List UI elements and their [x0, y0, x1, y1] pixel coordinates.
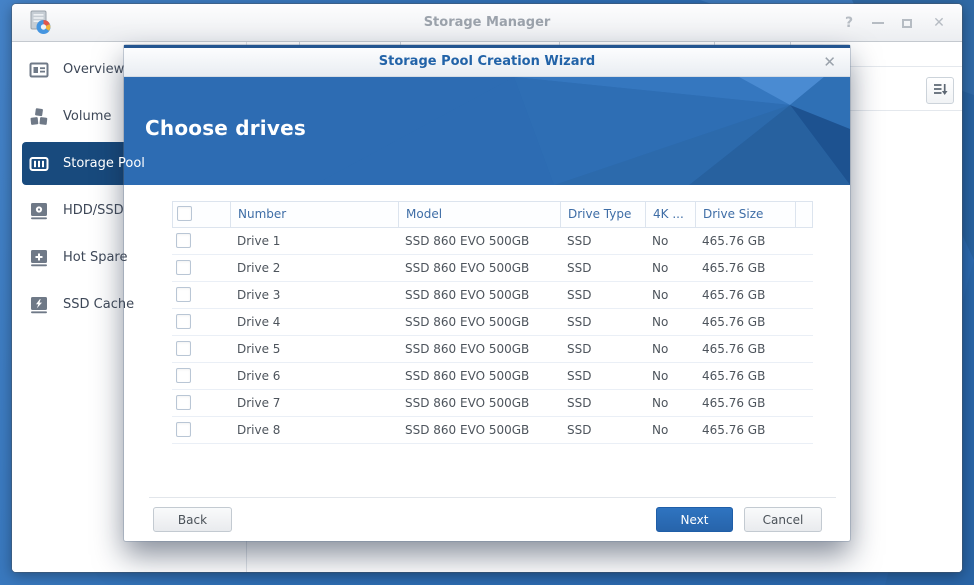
- help-icon[interactable]: ?: [842, 15, 856, 31]
- drive-table-body: Drive 1 SSD 860 EVO 500GB SSD No 465.76 GB Dr…: [172, 228, 813, 444]
- cell-4k: No: [652, 342, 669, 356]
- cell-number: Drive 4: [237, 315, 281, 329]
- titlebar[interactable]: Storage Manager ? ✕: [12, 4, 962, 42]
- row-checkbox[interactable]: [176, 260, 191, 275]
- sidebar-item-label: Storage Pool: [63, 156, 145, 171]
- sidebar-item-label: Overview: [63, 62, 125, 77]
- sidebar-item-label: Volume: [63, 109, 112, 124]
- back-button[interactable]: Back: [153, 507, 232, 532]
- cell-drive-type: SSD: [567, 342, 592, 356]
- cell-drive-size: 465.76 GB: [702, 234, 766, 248]
- wizard-step-heading: Choose drives: [145, 116, 306, 140]
- column-header-drive-size[interactable]: Drive Size: [696, 202, 796, 227]
- cell-number: Drive 8: [237, 423, 281, 437]
- cell-4k: No: [652, 315, 669, 329]
- drive-table: Number Model Drive Type 4K ... Drive Siz…: [172, 201, 813, 444]
- hot-spare-icon: [28, 247, 50, 269]
- table-row[interactable]: Drive 4 SSD 860 EVO 500GB SSD No 465.76 GB: [172, 309, 813, 336]
- table-row[interactable]: Drive 1 SSD 860 EVO 500GB SSD No 465.76 GB: [172, 228, 813, 255]
- dialog-footer: Back Next Cancel: [149, 497, 836, 541]
- sidebar-item-label: SSD Cache: [63, 297, 135, 312]
- ssd-cache-icon: [28, 294, 50, 316]
- drive-table-header[interactable]: Number Model Drive Type 4K ... Drive Siz…: [172, 201, 813, 228]
- row-checkbox[interactable]: [176, 287, 191, 302]
- cell-number: Drive 5: [237, 342, 281, 356]
- cell-4k: No: [652, 396, 669, 410]
- cell-number: Drive 3: [237, 288, 281, 302]
- column-header-drive-type[interactable]: Drive Type: [561, 202, 646, 227]
- row-checkbox[interactable]: [176, 395, 191, 410]
- row-checkbox[interactable]: [176, 314, 191, 329]
- dialog-banner: Choose drives: [124, 77, 850, 185]
- table-row[interactable]: Drive 7 SSD 860 EVO 500GB SSD No 465.76 GB: [172, 390, 813, 417]
- cell-number: Drive 1: [237, 234, 281, 248]
- row-checkbox[interactable]: [176, 368, 191, 383]
- cell-drive-size: 465.76 GB: [702, 288, 766, 302]
- dialog-close-icon[interactable]: ✕: [823, 53, 836, 71]
- cancel-button[interactable]: Cancel: [744, 507, 822, 532]
- cell-model: SSD 860 EVO 500GB: [405, 315, 530, 329]
- cell-model: SSD 860 EVO 500GB: [405, 261, 530, 275]
- cell-drive-type: SSD: [567, 261, 592, 275]
- cell-model: SSD 860 EVO 500GB: [405, 234, 530, 248]
- cell-drive-size: 465.76 GB: [702, 423, 766, 437]
- cell-model: SSD 860 EVO 500GB: [405, 396, 530, 410]
- minimize-icon[interactable]: [872, 22, 886, 24]
- select-all-checkbox[interactable]: [177, 206, 192, 221]
- cell-number: Drive 2: [237, 261, 281, 275]
- row-checkbox[interactable]: [176, 422, 191, 437]
- cell-4k: No: [652, 288, 669, 302]
- cell-drive-type: SSD: [567, 234, 592, 248]
- volume-icon: [28, 106, 50, 128]
- cell-model: SSD 860 EVO 500GB: [405, 369, 530, 383]
- dialog-title: Storage Pool Creation Wizard: [378, 54, 596, 69]
- next-button[interactable]: Next: [656, 507, 733, 532]
- cell-drive-type: SSD: [567, 315, 592, 329]
- cell-4k: No: [652, 369, 669, 383]
- cell-drive-size: 465.76 GB: [702, 396, 766, 410]
- cell-drive-type: SSD: [567, 369, 592, 383]
- window-title: Storage Manager: [423, 15, 551, 30]
- cell-4k: No: [652, 423, 669, 437]
- cell-drive-type: SSD: [567, 423, 592, 437]
- column-header-model[interactable]: Model: [399, 202, 561, 227]
- storage-pool-creation-wizard-dialog: Storage Pool Creation Wizard ✕ Choose dr…: [124, 45, 850, 541]
- cell-drive-size: 465.76 GB: [702, 315, 766, 329]
- hdd-ssd-icon: [28, 200, 50, 222]
- table-row[interactable]: Drive 6 SSD 860 EVO 500GB SSD No 465.76 GB: [172, 363, 813, 390]
- table-row[interactable]: Drive 8 SSD 860 EVO 500GB SSD No 465.76 GB: [172, 417, 813, 444]
- cell-model: SSD 860 EVO 500GB: [405, 288, 530, 302]
- dialog-header[interactable]: Storage Pool Creation Wizard ✕: [124, 45, 850, 77]
- cell-drive-size: 465.76 GB: [702, 342, 766, 356]
- cell-number: Drive 6: [237, 369, 281, 383]
- sort-list-icon: [932, 81, 948, 101]
- cell-model: SSD 860 EVO 500GB: [405, 342, 530, 356]
- cell-drive-type: SSD: [567, 288, 592, 302]
- table-row[interactable]: Drive 3 SSD 860 EVO 500GB SSD No 465.76 GB: [172, 282, 813, 309]
- cell-number: Drive 7: [237, 396, 281, 410]
- sidebar-item-label: Hot Spare: [63, 250, 128, 265]
- cell-drive-size: 465.76 GB: [702, 261, 766, 275]
- cell-drive-size: 465.76 GB: [702, 369, 766, 383]
- table-row[interactable]: Drive 2 SSD 860 EVO 500GB SSD No 465.76 GB: [172, 255, 813, 282]
- header-checkbox-cell: [173, 202, 231, 227]
- sidebar-item-label: HDD/SSD: [63, 203, 124, 218]
- cell-4k: No: [652, 234, 669, 248]
- sort-button[interactable]: [926, 77, 954, 104]
- overview-icon: [28, 59, 50, 81]
- column-header-spacer: [796, 202, 812, 227]
- column-header-number[interactable]: Number: [231, 202, 399, 227]
- cell-model: SSD 860 EVO 500GB: [405, 423, 530, 437]
- desktop-background: Storage Manager ? ✕ Overview Volume Stor…: [0, 0, 974, 585]
- table-row[interactable]: Drive 5 SSD 860 EVO 500GB SSD No 465.76 GB: [172, 336, 813, 363]
- window-close-icon[interactable]: ✕: [932, 15, 946, 31]
- maximize-icon[interactable]: [902, 18, 916, 28]
- cell-drive-type: SSD: [567, 396, 592, 410]
- cell-4k: No: [652, 261, 669, 275]
- row-checkbox[interactable]: [176, 233, 191, 248]
- column-header-4k[interactable]: 4K ...: [646, 202, 696, 227]
- row-checkbox[interactable]: [176, 341, 191, 356]
- storage-pool-icon: [28, 153, 50, 175]
